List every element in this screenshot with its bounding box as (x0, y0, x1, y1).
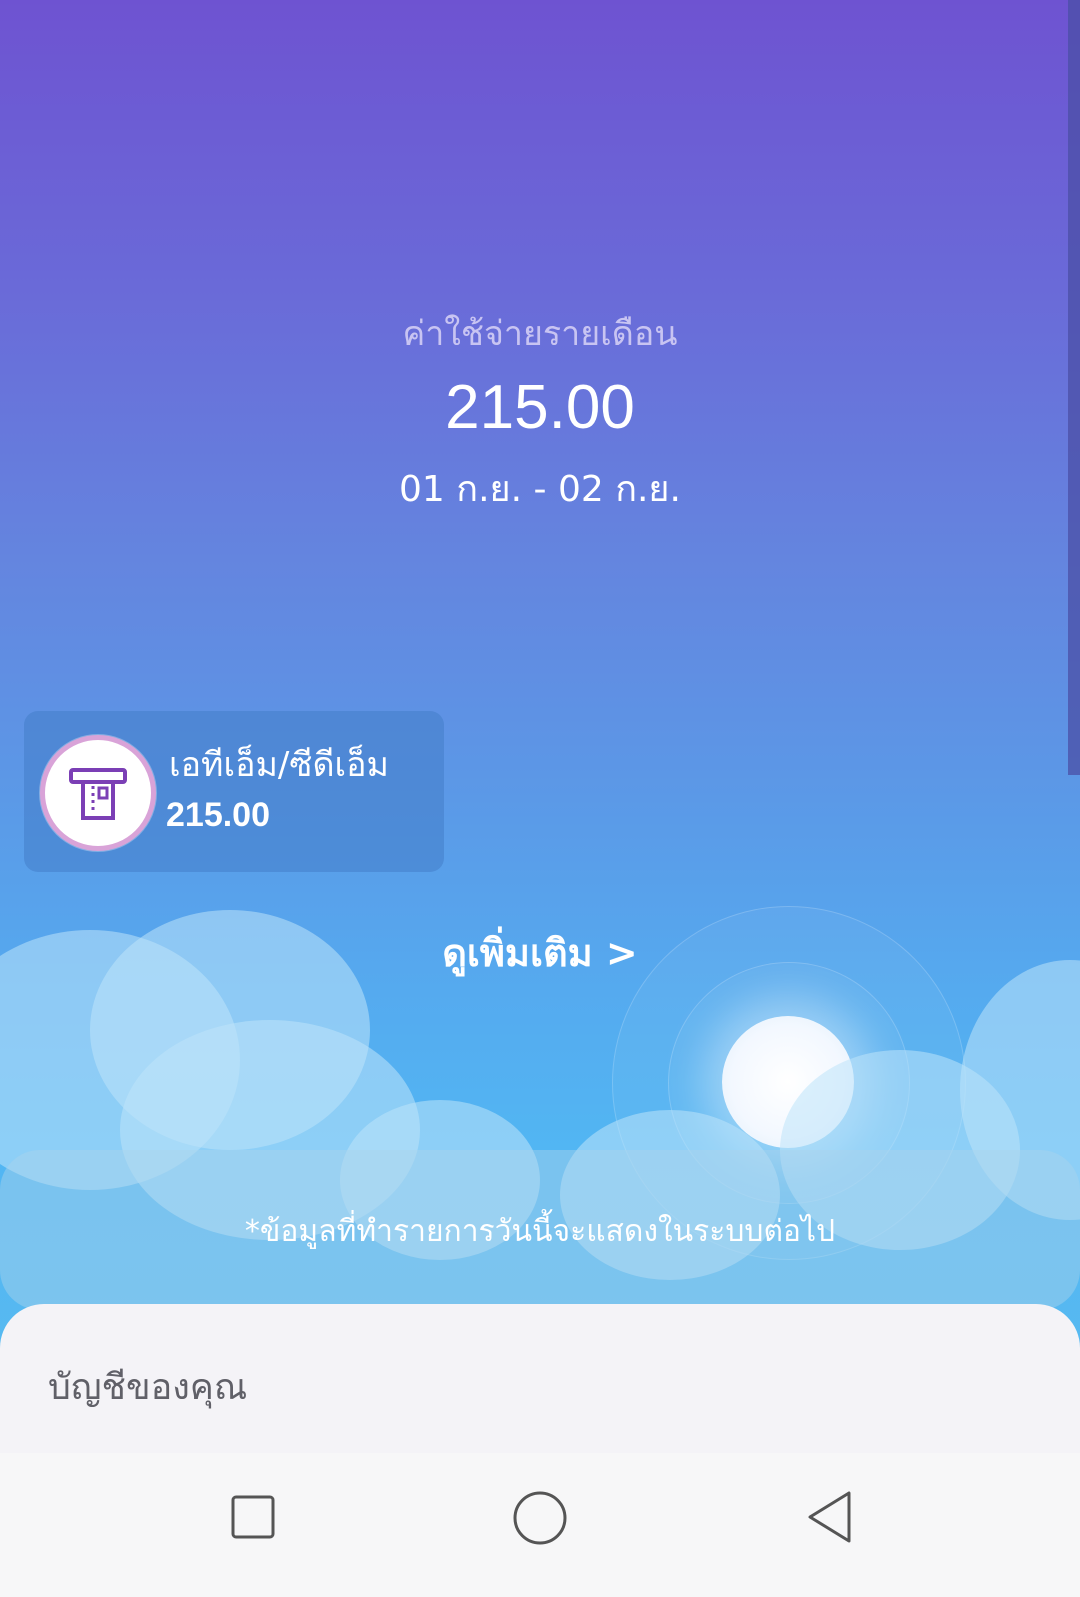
category-name: เอทีเอ็ม/ซีดีเอ็ม (169, 745, 389, 785)
category-icon-badge (40, 735, 156, 851)
system-navbar (0, 1453, 1080, 1597)
spending-screen: ค่าใช้จ่ายรายเดือน 215.00 01 ก.ย. - 02 ก… (0, 0, 1080, 1597)
category-card-atm[interactable]: เอทีเอ็ม/ซีดีเอ็ม 215.00 (24, 711, 444, 872)
circle-icon[interactable] (511, 1489, 569, 1547)
see-more-link[interactable]: ดูเพิ่มเติม > (0, 922, 1080, 983)
summary-title: ค่าใช้จ่ายรายเดือน (402, 314, 678, 354)
atm-icon (69, 768, 127, 820)
data-note: *ข้อมูลที่ทำรายการวันนี้จะแสดงในระบบต่อไ… (244, 1214, 836, 1249)
square-icon[interactable] (230, 1493, 276, 1543)
date-range[interactable]: 01 ก.ย. - 02 ก.ย. (0, 460, 1080, 517)
accounts-sheet[interactable]: บัญชีของคุณ (0, 1304, 1080, 1464)
category-amount: 215.00 (166, 796, 270, 834)
summary-amount: 215.00 (445, 373, 635, 442)
triangle-back-icon[interactable] (805, 1489, 855, 1545)
accounts-title: บัญชีของคุณ (48, 1367, 248, 1408)
